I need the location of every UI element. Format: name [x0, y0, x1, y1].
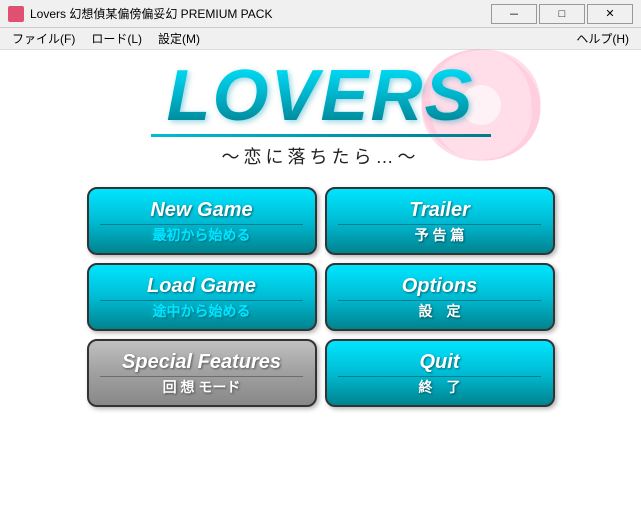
load-game-label-bottom: 途中から始める — [153, 303, 251, 320]
main-content: LOVERS ～恋に落ちたら…～ New Game 最初から始める Trailer 予… — [0, 50, 641, 526]
special-features-button: Special Features 回 想 モード — [87, 339, 317, 407]
new-game-divider — [100, 224, 303, 225]
title-bar: Lovers 幻想偵某偏傍偏妥幻 PREMIUM PACK － □ ✕ — [0, 0, 641, 28]
quit-button[interactable]: Quit 終 了 — [325, 339, 555, 407]
options-button[interactable]: Options 設 定 — [325, 263, 555, 331]
new-game-label-top: New Game — [150, 198, 252, 222]
close-button[interactable]: ✕ — [587, 4, 633, 24]
special-features-divider — [100, 376, 303, 377]
new-game-button[interactable]: New Game 最初から始める — [87, 187, 317, 255]
logo-subtitle: ～恋に落ちたら…～ — [222, 143, 420, 169]
menu-file[interactable]: ファイル(F) — [4, 28, 83, 49]
options-label-bottom: 設 定 — [419, 303, 461, 320]
new-game-label-bottom: 最初から始める — [153, 227, 251, 244]
menu-settings[interactable]: 設定(M) — [150, 28, 208, 49]
quit-label-bottom: 終 了 — [419, 379, 461, 396]
buttons-grid: New Game 最初から始める Trailer 予 告 篇 Load Game 途中から… — [67, 187, 575, 407]
menu-help[interactable]: ヘルプ(H) — [568, 28, 637, 49]
lovers-logo: LOVERS — [166, 60, 474, 132]
options-label-top: Options — [402, 274, 478, 298]
trailer-label-bottom: 予 告 篇 — [415, 227, 465, 244]
load-game-divider — [100, 300, 303, 301]
title-bar-controls: － □ ✕ — [491, 4, 633, 24]
maximize-button[interactable]: □ — [539, 4, 585, 24]
trailer-divider — [338, 224, 541, 225]
menu-load[interactable]: ロード(L) — [83, 28, 150, 49]
logo-area: LOVERS ～恋に落ちたら…～ — [0, 60, 641, 169]
quit-divider — [338, 376, 541, 377]
load-game-button[interactable]: Load Game 途中から始める — [87, 263, 317, 331]
app-icon — [8, 6, 24, 22]
title-bar-text: Lovers 幻想偵某偏傍偏妥幻 PREMIUM PACK — [30, 5, 491, 22]
special-features-label-bottom: 回 想 モード — [163, 379, 241, 396]
special-features-label-top: Special Features — [122, 350, 281, 374]
trailer-label-top: Trailer — [409, 198, 470, 222]
quit-label-top: Quit — [420, 350, 460, 374]
trailer-button[interactable]: Trailer 予 告 篇 — [325, 187, 555, 255]
load-game-label-top: Load Game — [147, 274, 256, 298]
minimize-button[interactable]: － — [491, 4, 537, 24]
options-divider — [338, 300, 541, 301]
